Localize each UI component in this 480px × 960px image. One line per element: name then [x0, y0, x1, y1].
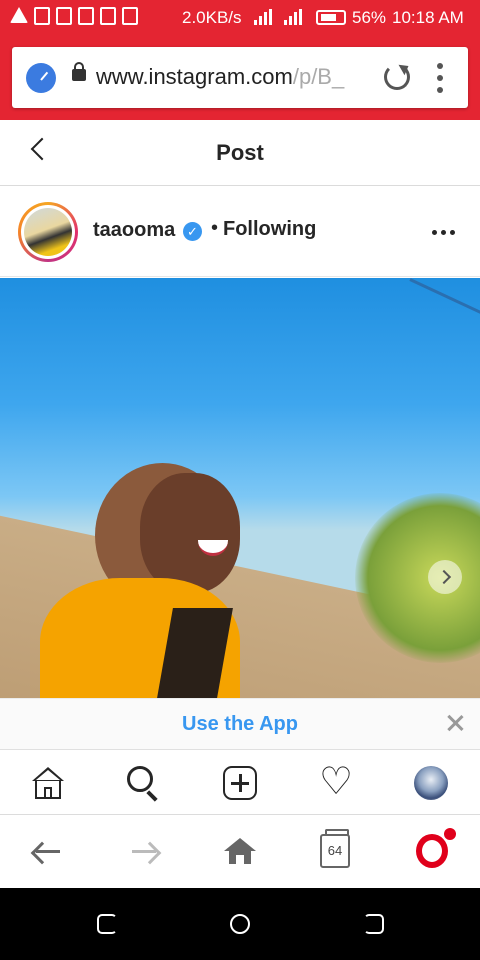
profile-avatar[interactable]	[414, 766, 448, 800]
url-domain: www.instagram.com	[96, 64, 293, 89]
avatar[interactable]	[18, 202, 78, 262]
search-icon[interactable]	[126, 765, 162, 802]
notification-badge	[444, 828, 456, 840]
avatar-image	[24, 208, 72, 256]
warning-icon	[10, 7, 28, 23]
username[interactable]: taaooma	[93, 219, 175, 242]
browser-bottom-bar: 64	[0, 816, 480, 888]
address-bar[interactable]: www.instagram.com/p/B_	[12, 47, 468, 108]
overflow-menu-icon[interactable]	[437, 63, 443, 93]
use-the-app-link[interactable]: Use the App	[0, 713, 480, 736]
instagram-bottom-nav: ♡	[0, 751, 480, 815]
opera-menu-icon[interactable]	[416, 834, 448, 868]
battery-percent: 56%	[352, 8, 387, 27]
screenshot-icon	[122, 7, 138, 25]
power-line	[409, 278, 480, 332]
browser-toolbar: www.instagram.com/p/B_	[0, 36, 480, 120]
new-post-icon[interactable]	[222, 765, 258, 801]
notification-icons	[10, 7, 138, 25]
browser-home-icon[interactable]	[224, 836, 256, 868]
android-nav-bar	[0, 888, 480, 960]
android-home-icon[interactable]	[230, 914, 250, 934]
face	[140, 473, 240, 593]
activity-heart-icon[interactable]: ♡	[318, 763, 354, 801]
recents-icon[interactable]	[97, 914, 117, 934]
signal-icon-2	[284, 9, 302, 25]
url-path: /p/B_	[292, 64, 345, 89]
use-app-banner: Use the App	[0, 698, 480, 750]
post-header: Post	[0, 120, 480, 186]
facebook-icon	[56, 7, 72, 25]
close-icon[interactable]	[447, 715, 463, 731]
post-author-row: taaooma ✓ • Following	[0, 187, 480, 277]
speed-dial-icon[interactable]	[26, 63, 56, 93]
post-image[interactable]	[0, 278, 480, 698]
android-back-icon[interactable]	[364, 914, 384, 934]
carousel-next-icon[interactable]	[428, 560, 462, 594]
forward-arrow-icon[interactable]	[128, 836, 160, 868]
more-horizontal-icon[interactable]	[432, 230, 455, 235]
separator-dot: •	[211, 217, 219, 239]
signal-icon	[254, 9, 272, 25]
verified-badge-icon: ✓	[183, 222, 202, 241]
lock-icon[interactable]	[72, 62, 86, 81]
clock: 10:18 AM	[392, 8, 464, 27]
news-icon	[34, 7, 50, 25]
tabs-icon[interactable]: 64	[320, 829, 350, 868]
following-button[interactable]: Following	[223, 218, 316, 241]
missed-call-icon	[78, 7, 94, 25]
home-icon[interactable]	[30, 765, 66, 801]
status-bar: 2.0KB/s 56% 10:18 AM	[0, 0, 480, 36]
no-signal-icon	[100, 7, 116, 25]
url-text[interactable]: www.instagram.com/p/B_	[96, 64, 368, 90]
battery-icon	[316, 10, 346, 25]
back-arrow-icon[interactable]	[32, 836, 64, 868]
reload-icon[interactable]	[384, 64, 410, 90]
network-speed: 2.0KB/s	[182, 8, 242, 27]
page-title: Post	[216, 140, 264, 165]
